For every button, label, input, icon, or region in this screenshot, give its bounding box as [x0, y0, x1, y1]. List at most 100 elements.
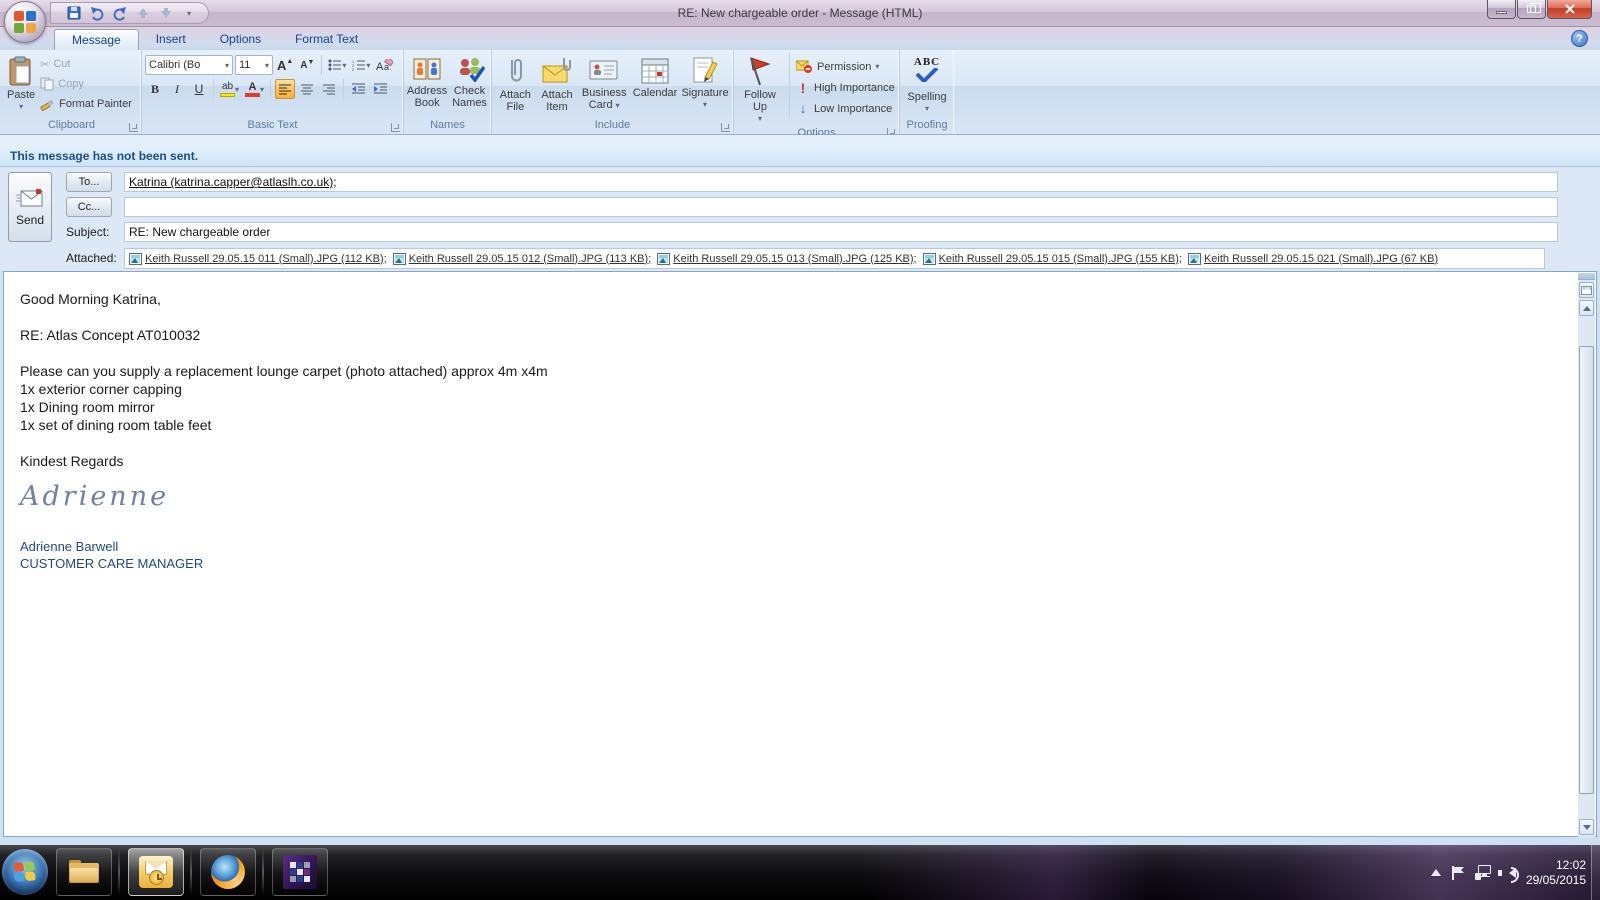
save-button[interactable] — [65, 4, 83, 22]
to-field[interactable]: Katrina (katrina.capper@atlaslh.co.uk); — [124, 172, 1558, 192]
cc-button[interactable]: Cc... — [66, 197, 112, 217]
restore-button[interactable] — [1517, 0, 1546, 19]
chevron-down-icon: ▾ — [235, 85, 239, 94]
follow-up-flag-icon — [747, 56, 773, 86]
group-options: Follow Up ▾ Permission ▾ ! High Importan… — [734, 50, 900, 134]
start-button[interactable] — [2, 849, 48, 895]
increase-indent-button[interactable] — [370, 79, 390, 99]
office-button[interactable] — [4, 1, 46, 43]
format-painter-button[interactable]: Format Painter — [37, 95, 135, 113]
attachment-item[interactable]: Keith Russell 29.05.15 012 (Small).JPG (… — [393, 253, 652, 265]
tab-options[interactable]: Options — [203, 29, 278, 50]
taskbar-item-outlook[interactable] — [128, 848, 184, 896]
next-item-button[interactable] — [157, 4, 175, 22]
previous-item-button[interactable] — [134, 4, 152, 22]
calendar-button[interactable]: Calendar — [631, 53, 679, 100]
attachment-item[interactable]: Keith Russell 29.05.15 015 (Small).JPG (… — [923, 253, 1182, 265]
outlook-icon — [139, 856, 173, 888]
decrease-indent-button[interactable] — [348, 79, 368, 99]
scroll-up-button[interactable] — [1579, 300, 1594, 316]
check-names-button[interactable]: Check Names — [450, 53, 489, 110]
italic-button[interactable]: I — [167, 79, 187, 99]
tab-insert[interactable]: Insert — [139, 29, 203, 50]
action-center-flag-button[interactable] — [1451, 865, 1465, 881]
taskbar-clock[interactable]: 12:02 29/05/2015 — [1526, 858, 1586, 888]
cut-button[interactable]: ✂ Cut — [37, 55, 135, 73]
scroll-down-button[interactable] — [1579, 819, 1594, 835]
split-handle[interactable] — [1578, 273, 1595, 280]
signature-button[interactable]: Signature ▾ — [680, 53, 730, 112]
tray-expand-button[interactable] — [1431, 869, 1441, 876]
network-tray-button[interactable] — [1475, 865, 1495, 881]
greeting-line: Good Morning Katrina, — [20, 290, 1536, 308]
image-file-icon — [129, 253, 142, 265]
chevron-down-icon: ▾ — [19, 101, 23, 113]
message-body[interactable]: Good Morning Katrina, RE: Atlas Concept … — [3, 271, 1597, 837]
taskbar-item-explorer[interactable] — [56, 848, 112, 896]
underline-button[interactable]: U — [189, 79, 209, 99]
subject-field[interactable]: RE: New chargeable order — [124, 222, 1558, 242]
highlight-button[interactable]: ab ▾ — [218, 79, 241, 99]
shrink-font-button[interactable]: A▼ — [297, 55, 317, 75]
numbering-button[interactable]: 123 ▾ — [350, 55, 372, 75]
attachment-item[interactable]: Keith Russell 29.05.15 021 (Small).JPG (… — [1188, 253, 1438, 265]
attached-field[interactable]: Keith Russell 29.05.15 011 (Small).JPG (… — [124, 248, 1545, 269]
restore-icon — [1527, 5, 1536, 13]
business-card-button[interactable]: Business Card ▾ — [578, 53, 630, 113]
window-title: RE: New chargeable order - Message (HTML… — [0, 6, 1600, 20]
to-recipient[interactable]: Katrina (katrina.capper@atlaslh.co.uk); — [129, 175, 337, 189]
close-button[interactable] — [1547, 0, 1592, 19]
permission-icon — [796, 60, 813, 73]
bullets-button[interactable]: ▾ — [326, 55, 348, 75]
cc-field[interactable] — [124, 197, 1558, 217]
attachment-item[interactable]: Keith Russell 29.05.15 011 (Small).JPG (… — [129, 253, 387, 265]
spelling-button[interactable]: ABC Spelling ▾ — [903, 53, 951, 116]
tab-format-text[interactable]: Format Text — [278, 29, 375, 50]
volume-tray-button[interactable] — [1505, 868, 1516, 878]
chevron-down-icon: ▾ — [616, 101, 620, 110]
taskbar-item-firefox[interactable] — [200, 848, 256, 896]
attachment-item[interactable]: Keith Russell 29.05.15 013 (Small).JPG (… — [657, 253, 916, 265]
attach-file-button[interactable]: Attach File — [495, 53, 536, 114]
font-name-select[interactable]: Calibri (Bo ▾ — [145, 55, 233, 75]
minimize-button[interactable] — [1487, 0, 1516, 19]
help-button[interactable]: ? — [1571, 30, 1588, 47]
customize-qat-button[interactable]: ▾ — [180, 4, 198, 22]
to-button[interactable]: To... — [66, 172, 112, 192]
ribbon-tab-row: Message Insert Options Format Text ? — [0, 27, 1600, 50]
vertical-scrollbar[interactable] — [1578, 273, 1595, 837]
align-right-button[interactable] — [319, 79, 339, 99]
permission-button[interactable]: Permission ▾ — [796, 57, 895, 76]
align-center-button[interactable] — [297, 79, 317, 99]
paste-button[interactable]: Paste ▾ — [5, 53, 37, 114]
high-importance-button[interactable]: ! High Importance — [796, 78, 895, 97]
include-dialog-launcher[interactable] — [721, 123, 730, 132]
request-line: Please can you supply a replacement loun… — [20, 362, 1536, 380]
low-importance-button[interactable]: ↓ Low Importance — [796, 99, 895, 118]
font-size-select[interactable]: 11 ▾ — [235, 55, 273, 75]
taskbar-item-grid-app[interactable] — [272, 848, 328, 896]
send-button[interactable]: Send — [8, 172, 52, 242]
show-desktop-button[interactable] — [1591, 845, 1600, 900]
copy-button[interactable]: Copy — [37, 75, 135, 93]
follow-up-button[interactable]: Follow Up ▾ — [737, 53, 783, 126]
basic-text-dialog-launcher[interactable] — [391, 123, 400, 132]
copy-icon — [40, 77, 54, 91]
cut-icon: ✂ — [40, 58, 49, 71]
scrollbar-thumb[interactable] — [1579, 346, 1594, 794]
clock-date: 29/05/2015 — [1526, 873, 1586, 888]
undo-button[interactable] — [88, 4, 106, 22]
scrollbar-track[interactable] — [1579, 318, 1594, 815]
ruler-toggle-button[interactable] — [1579, 282, 1594, 298]
address-book-button[interactable]: Address Book — [406, 53, 448, 110]
clipboard-dialog-launcher[interactable] — [129, 123, 138, 132]
align-left-button[interactable] — [275, 79, 295, 99]
bold-button[interactable]: B — [145, 79, 165, 99]
grow-font-button[interactable]: A▲ — [275, 55, 295, 75]
font-color-button[interactable]: A ▾ — [243, 79, 266, 99]
clear-formatting-button[interactable]: Aa — [374, 55, 395, 75]
taskbar: 12:02 29/05/2015 — [0, 845, 1600, 900]
redo-button[interactable] — [111, 4, 129, 22]
attach-item-button[interactable]: Attach Item — [537, 53, 578, 114]
tab-message[interactable]: Message — [54, 29, 139, 50]
